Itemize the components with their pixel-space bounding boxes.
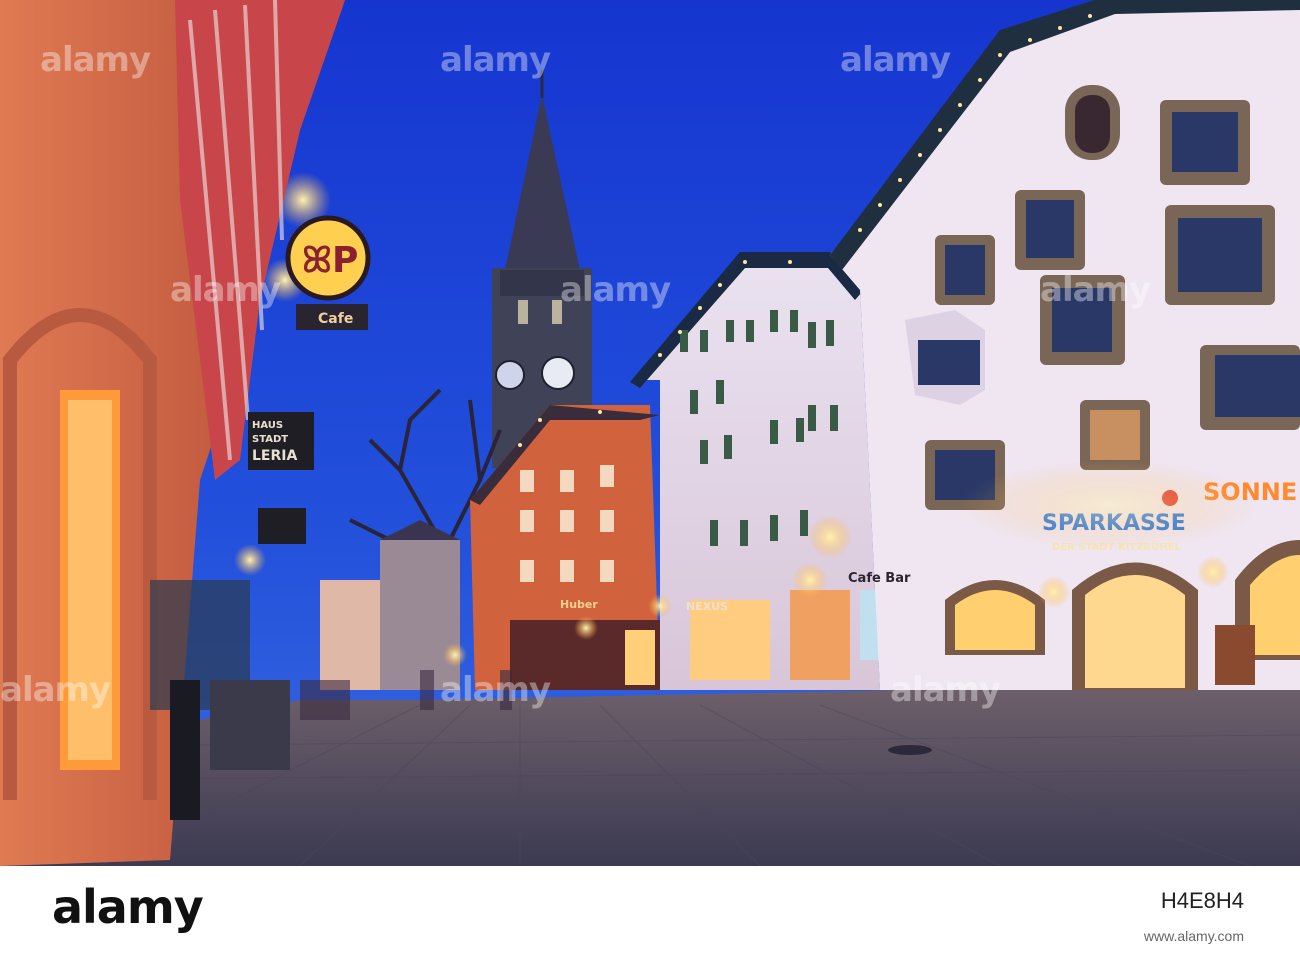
watermark: alamy xyxy=(840,40,951,80)
street-photo: SPARKASSE DER STADT KITZBÜHEL SONNE Cafe… xyxy=(0,0,1300,866)
huber-sign: Huber xyxy=(560,598,598,611)
stock-footer: alamy H4E8H4 www.alamy.com xyxy=(0,866,1300,956)
distant-building xyxy=(320,580,380,690)
svg-text:STADT: STADT xyxy=(252,434,288,445)
svg-text:ꕤP: ꕤP xyxy=(302,240,358,281)
watermark: alamy xyxy=(0,670,111,710)
image-id: H4E8H4 xyxy=(1160,888,1244,913)
sidewalk-sign xyxy=(1215,625,1255,685)
svg-text:HAUS: HAUS xyxy=(252,420,283,431)
ashtray-pillar xyxy=(170,680,200,820)
tower-clock-left xyxy=(495,360,525,390)
watermark: alamy xyxy=(890,670,1001,710)
cafe-bar-sign: Cafe Bar xyxy=(848,571,911,586)
watermark: alamy xyxy=(440,40,551,80)
website-url: www.alamy.com xyxy=(1143,928,1244,944)
watermark: alamy xyxy=(560,270,671,310)
watermark: alamy xyxy=(1040,270,1151,310)
nexus-sign: NEXUS xyxy=(686,600,728,613)
alamy-logo: alamy xyxy=(52,880,204,934)
hanging-cafe-sign: ꕤP Cafe xyxy=(285,215,371,330)
manhole-cover xyxy=(888,745,932,755)
watermark: alamy xyxy=(170,270,281,310)
tower-clock-right xyxy=(541,356,575,390)
street-scene: SPARKASSE DER STADT KITZBÜHEL SONNE Cafe… xyxy=(0,0,1300,866)
svg-text:LERIA: LERIA xyxy=(252,448,297,464)
watermark: alamy xyxy=(40,40,151,80)
cafe-sign-label: Cafe xyxy=(318,311,353,327)
watermark: alamy xyxy=(440,670,551,710)
